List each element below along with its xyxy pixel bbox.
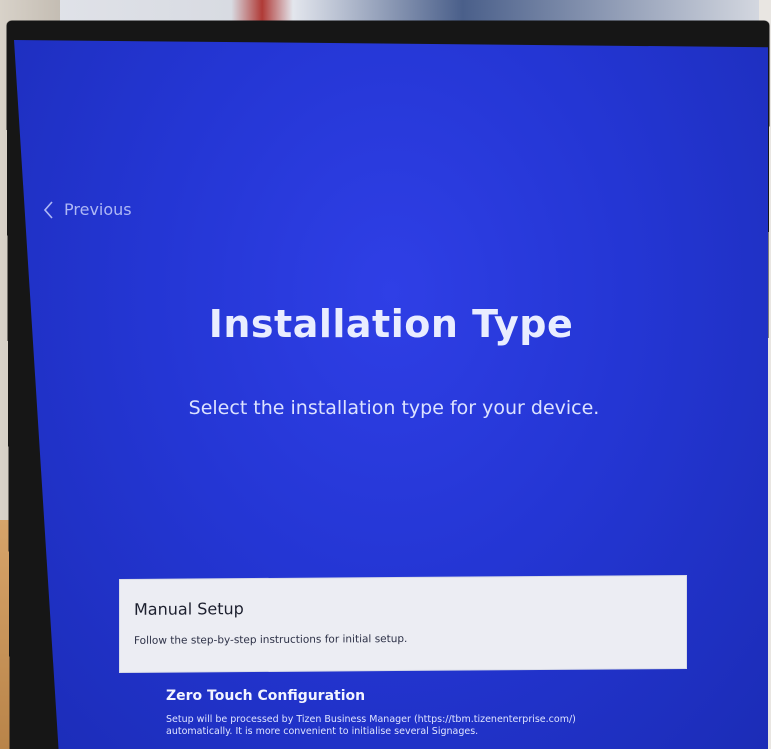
option-description: Follow the step-by-step instructions for… — [134, 632, 408, 647]
display-screen: Previous Installation Type Select the in… — [14, 40, 768, 749]
option-manual-setup[interactable]: Manual Setup Follow the step-by-step ins… — [120, 576, 686, 672]
option-title: Manual Setup — [134, 599, 244, 619]
option-zero-touch-configuration[interactable]: Zero Touch Configuration Setup will be p… — [154, 684, 674, 749]
chevron-left-icon — [44, 200, 54, 219]
previous-label: Previous — [64, 200, 132, 219]
option-title: Zero Touch Configuration — [166, 688, 366, 704]
page-title: Installation Type — [208, 302, 574, 346]
page-subtitle: Select the installation type for your de… — [188, 397, 600, 419]
option-description: Setup will be processed by Tizen Busines… — [166, 714, 576, 737]
photo-background: Previous Installation Type Select the in… — [0, 0, 771, 749]
previous-button[interactable]: Previous — [44, 200, 132, 219]
